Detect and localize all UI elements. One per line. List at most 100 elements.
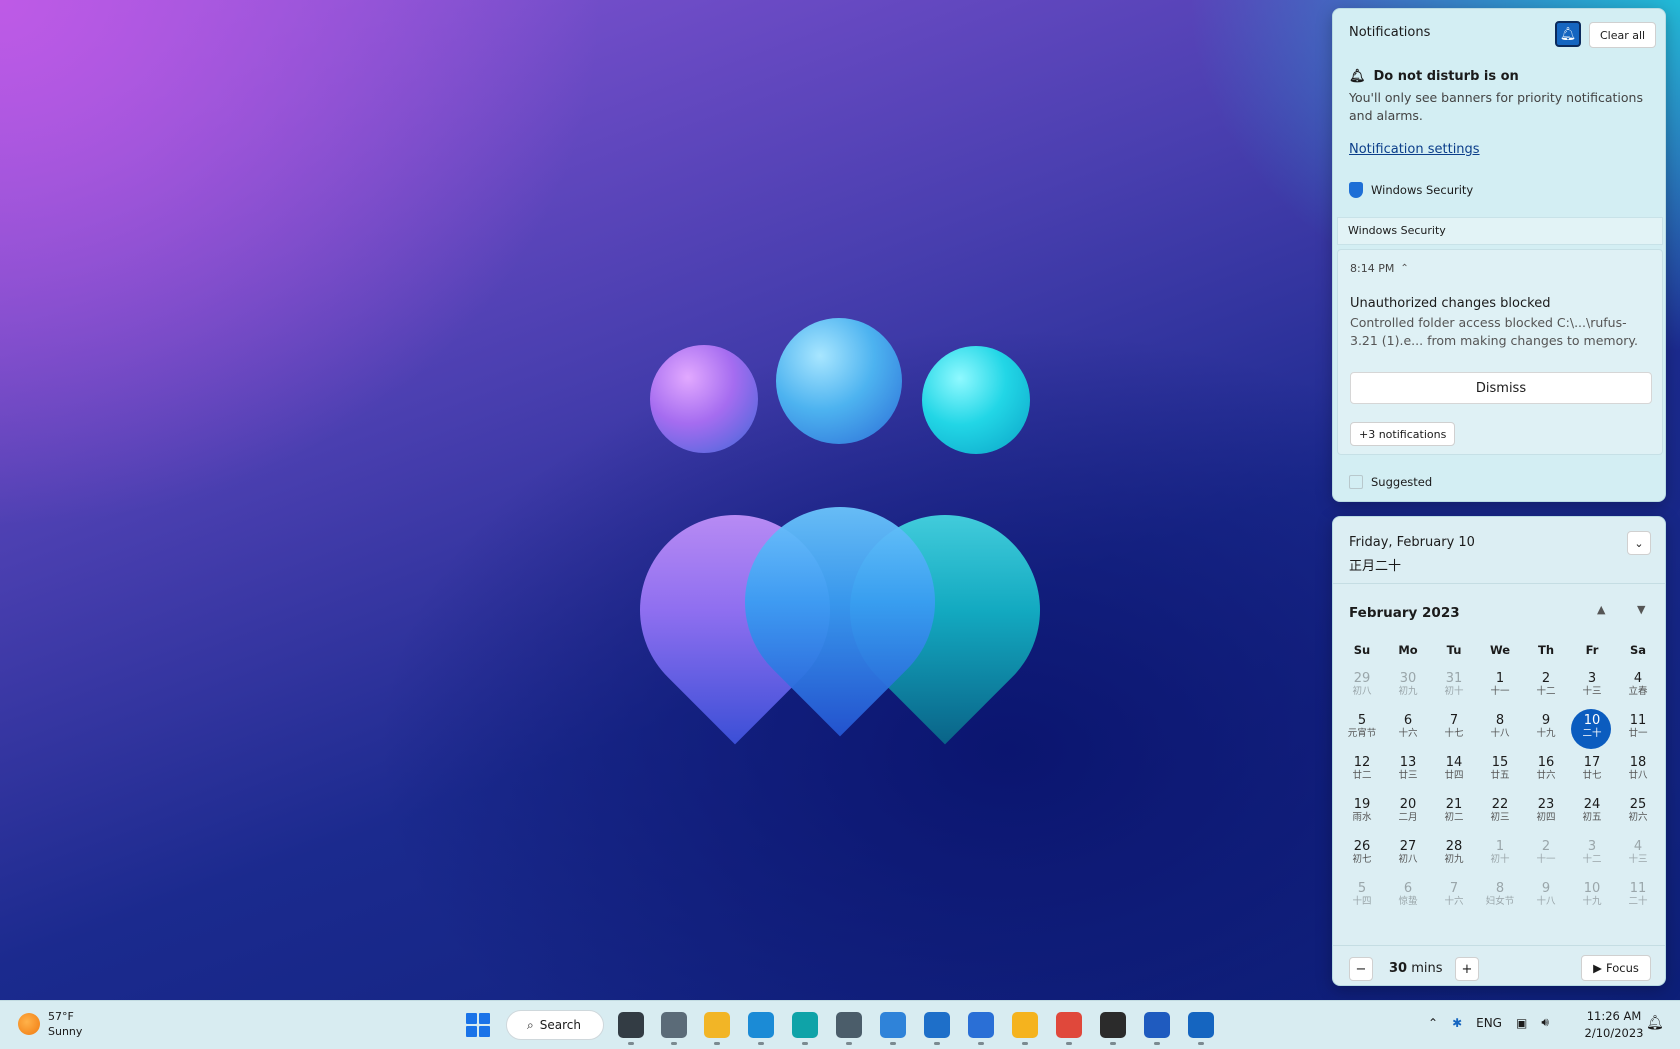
- file-explorer-icon[interactable]: [704, 1012, 730, 1038]
- calendar-day[interactable]: 8 十八: [1477, 709, 1523, 751]
- calendar-day[interactable]: 1 十一: [1477, 667, 1523, 709]
- calendar-day[interactable]: 11 二十: [1615, 877, 1661, 919]
- calendar-day[interactable]: 19 雨水: [1339, 793, 1385, 835]
- day-lunar: 十一: [1536, 854, 1556, 865]
- start-button[interactable]: [466, 1013, 490, 1037]
- chevron-up-icon[interactable]: ⌃: [1400, 263, 1408, 274]
- calendar-day[interactable]: 3 十三: [1569, 667, 1615, 709]
- bluetooth-icon[interactable]: ✱: [1452, 1016, 1462, 1030]
- calendar-day[interactable]: 21 初二: [1431, 793, 1477, 835]
- calendar-day[interactable]: 5 十四: [1339, 877, 1385, 919]
- calendar-day[interactable]: 10 十九: [1569, 877, 1615, 919]
- notepad-icon[interactable]: [880, 1012, 906, 1038]
- calendar-day[interactable]: 29 初八: [1339, 667, 1385, 709]
- running-indicator: [934, 1042, 940, 1045]
- calendar-day[interactable]: 3 十二: [1569, 835, 1615, 877]
- calendar-day[interactable]: 5 元宵节: [1339, 709, 1385, 751]
- calendar-day[interactable]: 30 初九: [1385, 667, 1431, 709]
- calendar-day[interactable]: 4 立春: [1615, 667, 1661, 709]
- weekday-label: Sa: [1629, 643, 1647, 657]
- volume-icon[interactable]: 🔊︎: [1541, 1015, 1549, 1030]
- suggested-section[interactable]: Suggested: [1349, 475, 1432, 489]
- calendar-day[interactable]: 12 廿二: [1339, 751, 1385, 793]
- notification-bell-icon[interactable]: 🔔︎: [1646, 1015, 1664, 1031]
- day-number: 29: [1353, 671, 1371, 686]
- taskbar-clock[interactable]: 11:26 AM 2/10/2023: [1578, 1008, 1650, 1042]
- search-app-icon[interactable]: [1188, 1012, 1214, 1038]
- network-icon[interactable]: ▣: [1516, 1016, 1527, 1030]
- focus-decrease-button[interactable]: −: [1349, 957, 1373, 981]
- word-icon[interactable]: [1144, 1012, 1170, 1038]
- task-view-icon[interactable]: [618, 1012, 644, 1038]
- calendar-day[interactable]: 2 十二: [1523, 667, 1569, 709]
- store-icon[interactable]: [924, 1012, 950, 1038]
- shield-icon: [1349, 182, 1363, 198]
- running-indicator: [671, 1042, 677, 1045]
- previous-month-arrow-icon[interactable]: ▲: [1597, 603, 1605, 616]
- calendar-day[interactable]: 4 十三: [1615, 835, 1661, 877]
- settings-icon[interactable]: [661, 1012, 687, 1038]
- calendar-day[interactable]: 28 初九: [1431, 835, 1477, 877]
- calendar-month-title[interactable]: February 2023: [1349, 605, 1460, 621]
- calendar-day[interactable]: 26 初七: [1339, 835, 1385, 877]
- calendar-day[interactable]: 7 十六: [1431, 877, 1477, 919]
- calendar-day[interactable]: 7 十七: [1431, 709, 1477, 751]
- calendar-day[interactable]: 17 廿七: [1569, 751, 1615, 793]
- calendar-day[interactable]: 8 妇女节: [1477, 877, 1523, 919]
- calendar-collapse-button[interactable]: ⌄: [1627, 531, 1651, 555]
- calendar-day[interactable]: 15 廿五: [1477, 751, 1523, 793]
- calendar-day[interactable]: 22 初三: [1477, 793, 1523, 835]
- day-number: 24: [1583, 797, 1601, 812]
- edge-icon[interactable]: [748, 1012, 774, 1038]
- focus-increase-button[interactable]: +: [1455, 957, 1479, 981]
- calendar-day[interactable]: 23 初四: [1523, 793, 1569, 835]
- calendar-day[interactable]: 24 初五: [1569, 793, 1615, 835]
- calendar-day[interactable]: 11 廿一: [1615, 709, 1661, 751]
- focus-start-button[interactable]: ▶ Focus: [1581, 955, 1651, 981]
- chrome-canary-icon[interactable]: [1012, 1012, 1038, 1038]
- terminal-icon[interactable]: [1100, 1012, 1126, 1038]
- dismiss-button[interactable]: Dismiss: [1350, 372, 1652, 404]
- app-header-windows-security[interactable]: Windows Security: [1349, 182, 1473, 198]
- calendar-day[interactable]: 31 初十: [1431, 667, 1477, 709]
- calendar-day[interactable]: 1 初十: [1477, 835, 1523, 877]
- calendar-day[interactable]: 2 十一: [1523, 835, 1569, 877]
- calendar-day[interactable]: 6 十六: [1385, 709, 1431, 751]
- focus-duration-value: 30: [1389, 961, 1408, 976]
- day-lunar: 十二: [1582, 854, 1602, 865]
- calendar-day[interactable]: 20 二月: [1385, 793, 1431, 835]
- do-not-disturb-toggle[interactable]: 🔔︎: [1555, 21, 1581, 47]
- more-notifications-button[interactable]: +3 notifications: [1350, 422, 1456, 446]
- chrome-icon[interactable]: [1056, 1012, 1082, 1038]
- notification-settings-link[interactable]: Notification settings: [1349, 142, 1480, 157]
- weather-widget[interactable]: 57°F Sunny: [18, 1009, 82, 1039]
- calendar-day[interactable]: 16 廿六: [1523, 751, 1569, 793]
- day-lunar: 十九: [1536, 728, 1556, 739]
- calendar-day[interactable]: 25 初六: [1615, 793, 1661, 835]
- system-tray: ⌃ ✱ ENG ▣ 🔊︎: [1428, 1015, 1549, 1030]
- day-lunar: 十八: [1490, 728, 1510, 739]
- calendar-day[interactable]: 9 十九: [1523, 709, 1569, 751]
- calendar-day[interactable]: 13 廿三: [1385, 751, 1431, 793]
- language-indicator[interactable]: ENG: [1476, 1016, 1502, 1030]
- docs-icon[interactable]: [968, 1012, 994, 1038]
- calendar-day-today[interactable]: 10 二十: [1569, 709, 1615, 751]
- next-month-arrow-icon[interactable]: ▼: [1637, 603, 1645, 616]
- clear-all-button[interactable]: Clear all: [1589, 22, 1657, 48]
- calendar-day[interactable]: 6 惊蛰: [1385, 877, 1431, 919]
- dnd-title-text: Do not disturb is on: [1373, 69, 1519, 84]
- bell-snooze-icon: 🔔︎: [1349, 69, 1366, 84]
- calendar-day[interactable]: 27 初八: [1385, 835, 1431, 877]
- day-lunar: 廿六: [1536, 770, 1556, 781]
- calendar-day[interactable]: 14 廿四: [1431, 751, 1477, 793]
- day-lunar: 初八: [1398, 854, 1418, 865]
- calendar-day[interactable]: 18 廿八: [1615, 751, 1661, 793]
- chevron-up-icon[interactable]: ⌃: [1428, 1016, 1438, 1030]
- day-lunar: 廿二: [1352, 770, 1372, 781]
- snipping-tool-icon[interactable]: [836, 1012, 862, 1038]
- taskbar-search[interactable]: ⌕ Search: [506, 1010, 604, 1040]
- calendar-day[interactable]: 9 十八: [1523, 877, 1569, 919]
- notification-card[interactable]: 8:14 PM ⌃ Unauthorized changes blocked C…: [1337, 249, 1663, 455]
- weekday-label: Tu: [1446, 643, 1462, 657]
- edge-canary-icon[interactable]: [792, 1012, 818, 1038]
